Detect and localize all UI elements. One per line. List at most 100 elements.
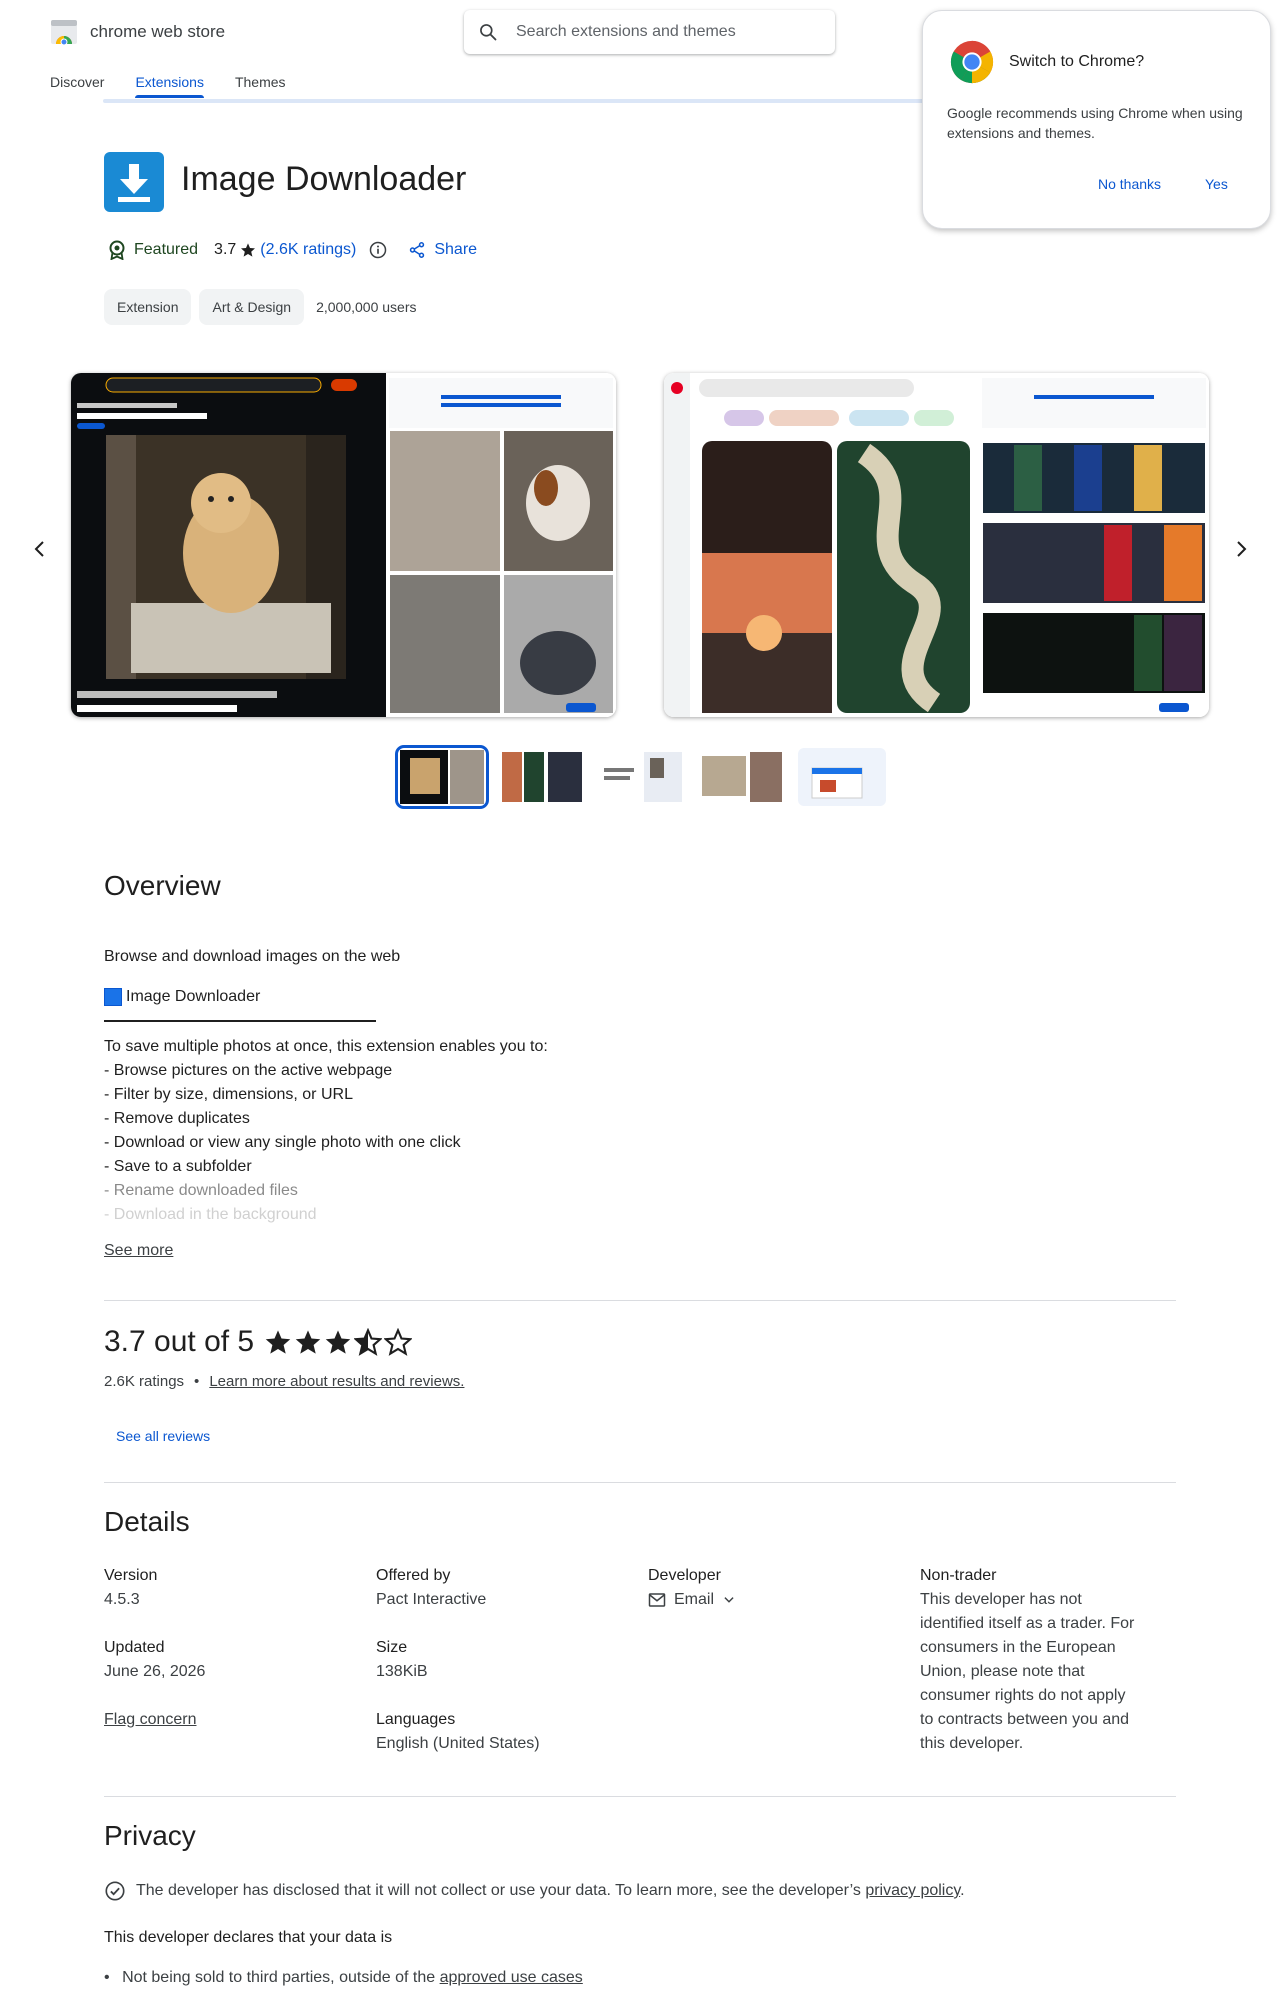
thumbnail-2[interactable]	[498, 748, 586, 806]
bullet-dot: •	[104, 1969, 110, 1986]
chrome-icon	[950, 40, 994, 84]
overview-description: Browse and download images on the web	[104, 948, 401, 965]
thumbnail-3[interactable]	[598, 748, 686, 806]
overview-intro: To save multiple photos at once, this ex…	[104, 1038, 548, 1055]
email-dropdown[interactable]: Email	[648, 1588, 736, 1612]
privacy-declares: This developer declares that your data i…	[104, 1929, 393, 1946]
overview-text: To save multiple photos at once, this ex…	[104, 1035, 704, 1225]
blue-square-icon	[104, 988, 122, 1006]
check-circle-icon	[105, 1881, 125, 1901]
search-input[interactable]	[516, 23, 816, 41]
search-box[interactable]	[464, 10, 835, 54]
rating-value: 3.7	[214, 241, 237, 258]
ratings-count: 2.6K ratings	[104, 1373, 185, 1390]
share-button[interactable]: Share	[408, 241, 477, 259]
thumbnail-1[interactable]	[395, 745, 489, 809]
search-icon	[480, 24, 497, 41]
non-trader-line: to contracts between you and	[920, 1711, 1130, 1728]
screenshot-2[interactable]	[664, 373, 1209, 717]
separator-dot: •	[194, 1373, 200, 1390]
size-label: Size	[376, 1639, 408, 1656]
screenshot-1-image	[71, 373, 616, 717]
see-all-reviews-button[interactable]: See all reviews	[116, 1428, 210, 1444]
overview-item: - Rename downloaded files	[104, 1182, 298, 1199]
star-empty-icon	[384, 1328, 413, 1356]
developer-label: Developer	[648, 1567, 721, 1584]
privacy-bullet-text: Not being sold to third parties, outside…	[122, 1969, 436, 1986]
details-column-4: Non-trader This developer has not identi…	[920, 1564, 1170, 1756]
star-full-icon	[265, 1330, 291, 1354]
overview-item: - Browse pictures on the active webpage	[104, 1062, 393, 1079]
overview-item: - Save to a subfolder	[104, 1158, 252, 1175]
non-trader-line: consumers in the European	[920, 1639, 1116, 1656]
privacy-disclosure: The developer has disclosed that it will…	[104, 1880, 965, 1902]
star-half-icon	[354, 1328, 383, 1356]
updated-value: June 26, 2026	[104, 1663, 206, 1680]
divider	[104, 1796, 1176, 1797]
info-icon[interactable]	[368, 240, 388, 260]
extension-title: Image Downloader	[181, 160, 467, 198]
user-count: 2,000,000 users	[316, 299, 417, 315]
next-arrow-icon[interactable]	[1229, 537, 1253, 561]
non-trader-line: This developer has not	[920, 1591, 1082, 1608]
tab-extensions[interactable]: Extensions	[135, 70, 205, 98]
overview-item: - Filter by size, dimensions, or URL	[104, 1086, 353, 1103]
main-nav: Discover Extensions Themes	[50, 70, 317, 98]
screenshot-1[interactable]	[71, 373, 616, 717]
chrome-web-store-icon	[51, 20, 77, 45]
languages-value: English (United States)	[376, 1735, 540, 1752]
store-name: chrome web store	[90, 22, 226, 41]
non-trader-line: consumer rights do not apply	[920, 1687, 1126, 1704]
featured-label: Featured	[134, 241, 199, 258]
share-label: Share	[434, 241, 478, 258]
non-trader-line: this developer.	[920, 1735, 1024, 1752]
overview-subtitle: Image Downloader	[104, 988, 260, 1006]
version-label: Version	[104, 1567, 158, 1584]
ratings-count-link[interactable]: (2.6K ratings)	[260, 241, 356, 259]
version-value: 4.5.3	[104, 1591, 140, 1608]
details-column-3: Developer Email	[648, 1564, 736, 1612]
approved-use-cases-link[interactable]: approved use cases	[440, 1969, 583, 1986]
offered-by-label: Offered by	[376, 1567, 451, 1584]
divider	[104, 1300, 1176, 1301]
non-trader-line: identified itself as a trader. For	[920, 1615, 1135, 1632]
extension-icon	[104, 152, 164, 212]
mail-icon	[648, 1593, 666, 1607]
privacy-bullet: • Not being sold to third parties, outsi…	[104, 1969, 583, 1987]
tab-themes[interactable]: Themes	[235, 70, 286, 98]
privacy-policy-link[interactable]: privacy policy	[865, 1882, 960, 1899]
screenshot-carousel	[0, 370, 1280, 720]
dialog-title: Switch to Chrome?	[1009, 53, 1145, 70]
star-icon	[241, 243, 256, 257]
featured-badge[interactable]: Featured	[108, 240, 198, 260]
non-trader-line: Union, please note that	[920, 1663, 1085, 1680]
screenshot-2-image	[664, 373, 1209, 717]
privacy-disclosure-text: The developer has disclosed that it will…	[136, 1882, 861, 1899]
rating-details: 2.6K ratings • Learn more about results …	[104, 1373, 464, 1390]
previous-arrow-icon[interactable]	[28, 537, 52, 561]
thumbnail-4[interactable]	[698, 748, 786, 806]
thumbnail-5[interactable]	[798, 748, 886, 806]
yes-button[interactable]: Yes	[1205, 176, 1228, 192]
download-arrow-icon	[118, 164, 150, 202]
store-logo[interactable]: chrome web store	[50, 19, 225, 45]
rating: 3.7 (2.6K ratings)	[214, 240, 388, 260]
overview-item: - Remove duplicates	[104, 1110, 250, 1127]
overview-item: - Download in the background	[104, 1206, 317, 1223]
see-more-link[interactable]: See more	[104, 1242, 173, 1260]
nav-divider	[103, 99, 943, 103]
updated-label: Updated	[104, 1639, 165, 1656]
overview-subtitle-text: Image Downloader	[126, 988, 261, 1005]
tab-discover[interactable]: Discover	[50, 70, 104, 98]
details-column-1: Version 4.5.3 Updated June 26, 2026 Flag…	[104, 1564, 205, 1732]
privacy-heading: Privacy	[104, 1820, 196, 1851]
non-trader-label: Non-trader	[920, 1567, 997, 1584]
flag-concern-link[interactable]: Flag concern	[104, 1708, 205, 1732]
rating-summary: 3.7 out of 5	[104, 1325, 413, 1359]
chip-extension[interactable]: Extension	[104, 289, 192, 325]
chip-category[interactable]: Art & Design	[199, 289, 305, 325]
no-thanks-button[interactable]: No thanks	[1098, 176, 1161, 192]
category-chips: Extension Art & Design 2,000,000 users	[104, 289, 416, 325]
learn-more-link[interactable]: Learn more about results and reviews.	[209, 1373, 464, 1390]
rating-summary-text: 3.7 out of 5	[104, 1325, 255, 1358]
